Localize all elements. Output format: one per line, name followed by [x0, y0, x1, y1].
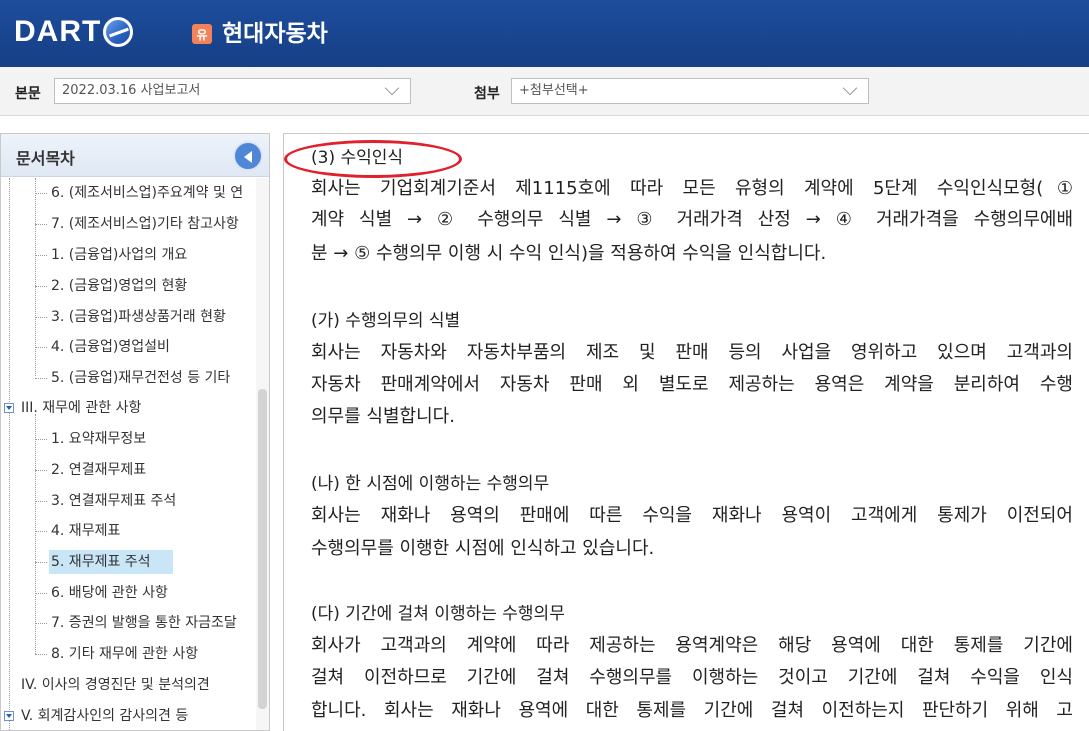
toc-item-selected[interactable]: 5. 재무제표 주석 [35, 550, 173, 574]
collapse-sidebar-button[interactable] [233, 141, 263, 171]
subsection-heading: (다) 기간에 걸쳐 이행하는 수행의무 [311, 604, 565, 624]
paragraph-line: 회사는 재화나 용역의 판매에 따른 수익을 재화나 용역이 고객에게 통제가 … [311, 505, 1073, 526]
chevron-down-icon [842, 80, 858, 96]
paragraph-line: 회사는 기업회계기준서 제1115호에 따라 모든 유형의 계약에 5단계 수익… [311, 178, 1073, 199]
toc-header: 문서목차 [1, 134, 269, 177]
paragraph-line: 회사는 자동차와 자동차부품의 제조 및 판매 등의 사업을 영위하고 있으며 … [311, 342, 1073, 363]
toc-item[interactable]: 3. (금융업)파생상품거래 현황 [35, 305, 230, 329]
subsection-heading: (나) 한 시점에 이행하는 수행의무 [311, 474, 550, 494]
expand-icon[interactable] [4, 403, 14, 413]
paragraph-line: 분 → ⑤ 수행의무 이행 시 수익 인식)을 적용하여 수익을 인식합니다. [311, 243, 827, 264]
app-header: DART 유 현대자동차 [0, 0, 1089, 67]
toc-scrollbar[interactable] [256, 178, 269, 730]
paragraph-line: 자동차 판매계약에서 자동차 판매 외 별도로 제공하는 용역은 계약을 분리하… [311, 374, 1073, 395]
toc-item[interactable]: 6. 배당에 관한 사항 [35, 581, 172, 605]
toc-item[interactable]: 4. (금융업)영업설비 [35, 335, 174, 359]
scrollbar-thumb[interactable] [258, 389, 267, 709]
document-content: (3) 수익인식 회사는 기업회계기준서 제1115호에 따라 모든 유형의 계… [283, 133, 1089, 731]
toc-item[interactable]: 4. 재무제표 [34, 519, 124, 543]
toc-item[interactable]: 7. (제조서비스업)기타 참고사항 [35, 212, 243, 236]
toc-item[interactable]: 6. (제조서비스업)주요계약 및 연 [34, 181, 247, 205]
body-select[interactable]: 2022.03.16 사업보고서 [54, 78, 411, 104]
toc-item-section[interactable]: V. 회계감사인의 감사의견 등 [19, 704, 192, 728]
toc-item[interactable]: 8. 기타 재무에 관한 사항 [34, 642, 202, 666]
paragraph-line: 수행의무를 이행한 시점에 인식하고 있습니다. [311, 538, 655, 559]
document-select-bar: 본문 2022.03.16 사업보고서 첨부 +첨부선택+ [0, 67, 1089, 116]
toc-item[interactable]: 2. 연결재무제표 [34, 458, 150, 482]
toc-item[interactable]: 1. 요약재무정보 [34, 427, 150, 451]
attach-select-value: +첨부선택+ [519, 83, 589, 98]
paragraph-line: 의무를 식별합니다. [311, 406, 455, 427]
toc-item[interactable]: 2. (금융업)영업의 현황 [34, 274, 191, 298]
logo-text: DART [14, 15, 102, 48]
paragraph-line: 회사가 고객과의 계약에 따라 제공하는 용역계약은 해당 용역에 대한 통제를… [311, 635, 1073, 656]
body-select-value: 2022.03.16 사업보고서 [62, 83, 201, 98]
chevron-down-icon [384, 80, 400, 96]
subsection-heading: (가) 수행의무의 식별 [311, 311, 461, 331]
dart-logo[interactable]: DART [14, 12, 134, 52]
attach-label: 첨부 [474, 86, 500, 102]
toc-tree: 6. (제조서비스업)주요계약 및 연 7. (제조서비스업)기타 참고사항 1… [1, 178, 257, 730]
company-badge: 유 [192, 24, 212, 44]
toc-item-section[interactable]: IV. 이사의 경영진단 및 분석의견 [19, 673, 214, 697]
toc-item[interactable]: 3. 연결재무제표 주석 [34, 489, 180, 513]
paragraph-line: 계약 식별 → ② 수행의무 식별 → ③ 거래가격 산정 → ④ 거래가격을 … [311, 209, 1073, 230]
company-name: 현대자동차 [222, 21, 328, 47]
toc-sidebar: 문서목차 6. (제조서비스업)주요계약 및 연 7. (제조서비스업)기타 참… [0, 133, 270, 731]
tree-connector [35, 414, 36, 654]
toc-title: 문서목차 [16, 149, 75, 168]
toc-item[interactable]: 1. (금융업)사업의 개요 [34, 243, 191, 267]
toc-item[interactable]: 5. (금융업)재무건전성 등 기타 [34, 366, 234, 390]
section-heading: (3) 수익인식 [311, 148, 404, 168]
tree-connector [9, 178, 10, 730]
globe-icon [103, 17, 134, 47]
body-label: 본문 [15, 86, 41, 102]
paragraph-line: 합니다. 회사는 재화나 용역에 대한 통제를 기간에 걸쳐 이전하는지 판단하… [311, 700, 1073, 721]
toc-item-section[interactable]: III. 재무에 관한 사항 [19, 396, 145, 420]
paragraph-line: 걸쳐 이전하므로 기간에 걸쳐 수행의무를 이행하는 것이고 기간에 걸쳐 수익… [311, 667, 1073, 688]
attach-select[interactable]: +첨부선택+ [511, 78, 869, 104]
toc-item[interactable]: 7. 증권의 발행을 통한 자금조달 [35, 611, 241, 635]
expand-icon[interactable] [4, 711, 14, 721]
